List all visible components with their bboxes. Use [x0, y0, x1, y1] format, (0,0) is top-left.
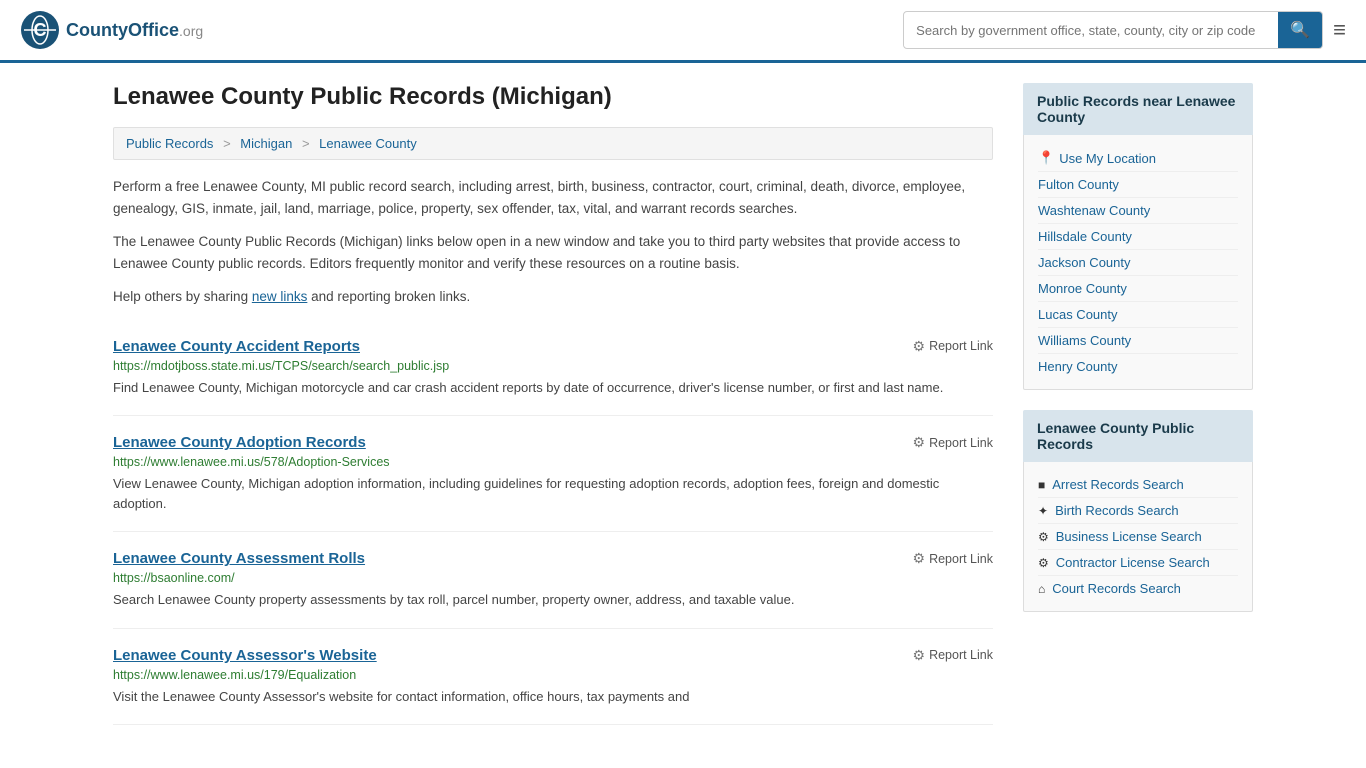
sidebar-county-7[interactable]: Henry County [1038, 354, 1238, 379]
rec-icon-3: ⚙ [1038, 556, 1049, 570]
record-title-2[interactable]: Lenawee County Assessment Rolls [113, 550, 365, 567]
records-sidebar-content: ■Arrest Records Search✦Birth Records Sea… [1023, 462, 1253, 612]
breadcrumb-michigan[interactable]: Michigan [240, 136, 292, 151]
nearby-counties: Fulton CountyWashtenaw CountyHillsdale C… [1038, 172, 1238, 379]
breadcrumb-public-records[interactable]: Public Records [126, 136, 213, 151]
record-desc-1: View Lenawee County, Michigan adoption i… [113, 474, 993, 513]
description-2: The Lenawee County Public Records (Michi… [113, 231, 993, 274]
report-link-0[interactable]: ⚙ Report Link [913, 338, 994, 355]
records-list: Lenawee County Accident Reports ⚙ Report… [113, 320, 993, 726]
record-url-3: https://www.lenawee.mi.us/179/Equalizati… [113, 668, 993, 682]
main-container: Lenawee County Public Records (Michigan)… [83, 63, 1283, 745]
nearby-header: Public Records near Lenawee County [1023, 83, 1253, 135]
report-icon-2: ⚙ [913, 550, 926, 567]
report-icon-3: ⚙ [913, 647, 926, 664]
menu-icon[interactable]: ≡ [1333, 17, 1346, 43]
record-url-1: https://www.lenawee.mi.us/578/Adoption-S… [113, 455, 993, 469]
record-header: Lenawee County Assessor's Website ⚙ Repo… [113, 647, 993, 664]
header: C CountyOffice.org 🔍 ≡ [0, 0, 1366, 63]
breadcrumb-sep-1: > [223, 136, 231, 151]
records-sidebar-header: Lenawee County Public Records [1023, 410, 1253, 462]
rec-icon-1: ✦ [1038, 504, 1048, 518]
nearby-section: Public Records near Lenawee County 📍 Use… [1023, 83, 1253, 390]
search-input[interactable] [904, 15, 1278, 46]
record-desc-2: Search Lenawee County property assessmen… [113, 590, 993, 610]
logo: C CountyOffice.org [20, 10, 203, 50]
rec-icon-2: ⚙ [1038, 530, 1049, 544]
description-3: Help others by sharing new links and rep… [113, 286, 993, 308]
record-item: Lenawee County Assessor's Website ⚙ Repo… [113, 629, 993, 726]
sidebar-county-4[interactable]: Monroe County [1038, 276, 1238, 302]
sidebar-county-3[interactable]: Jackson County [1038, 250, 1238, 276]
sidebar-county-5[interactable]: Lucas County [1038, 302, 1238, 328]
sidebar: Public Records near Lenawee County 📍 Use… [1023, 83, 1253, 725]
record-header: Lenawee County Adoption Records ⚙ Report… [113, 434, 993, 451]
sidebar-county-6[interactable]: Williams County [1038, 328, 1238, 354]
sidebar-record-link-3[interactable]: ⚙Contractor License Search [1038, 550, 1238, 576]
pin-icon: 📍 [1038, 150, 1054, 166]
record-header: Lenawee County Assessment Rolls ⚙ Report… [113, 550, 993, 567]
record-item: Lenawee County Assessment Rolls ⚙ Report… [113, 532, 993, 629]
record-links-list: ■Arrest Records Search✦Birth Records Sea… [1038, 472, 1238, 601]
record-desc-0: Find Lenawee County, Michigan motorcycle… [113, 378, 993, 398]
sidebar-record-link-2[interactable]: ⚙Business License Search [1038, 524, 1238, 550]
records-section: Lenawee County Public Records ■Arrest Re… [1023, 410, 1253, 612]
record-title-0[interactable]: Lenawee County Accident Reports [113, 338, 360, 355]
new-links-link[interactable]: new links [252, 289, 308, 304]
record-item: Lenawee County Adoption Records ⚙ Report… [113, 416, 993, 532]
header-right: 🔍 ≡ [903, 11, 1346, 49]
search-icon: 🔍 [1290, 22, 1310, 39]
sidebar-record-link-4[interactable]: ⌂Court Records Search [1038, 576, 1238, 601]
breadcrumb: Public Records > Michigan > Lenawee Coun… [113, 127, 993, 160]
report-icon-0: ⚙ [913, 338, 926, 355]
rec-icon-0: ■ [1038, 478, 1045, 492]
search-bar: 🔍 [903, 11, 1323, 49]
sidebar-record-link-1[interactable]: ✦Birth Records Search [1038, 498, 1238, 524]
sidebar-county-0[interactable]: Fulton County [1038, 172, 1238, 198]
report-link-3[interactable]: ⚙ Report Link [913, 647, 994, 664]
sidebar-county-1[interactable]: Washtenaw County [1038, 198, 1238, 224]
report-link-1[interactable]: ⚙ Report Link [913, 434, 994, 451]
record-url-2: https://bsaonline.com/ [113, 571, 993, 585]
logo-text: CountyOffice.org [66, 20, 203, 41]
record-url-0: https://mdotjboss.state.mi.us/TCPS/searc… [113, 359, 993, 373]
sidebar-record-link-0[interactable]: ■Arrest Records Search [1038, 472, 1238, 498]
logo-icon: C [20, 10, 60, 50]
content-area: Lenawee County Public Records (Michigan)… [113, 83, 993, 725]
report-link-2[interactable]: ⚙ Report Link [913, 550, 994, 567]
record-desc-3: Visit the Lenawee County Assessor's webs… [113, 687, 993, 707]
page-title: Lenawee County Public Records (Michigan) [113, 83, 993, 111]
description-1: Perform a free Lenawee County, MI public… [113, 176, 993, 219]
record-title-1[interactable]: Lenawee County Adoption Records [113, 434, 366, 451]
report-icon-1: ⚙ [913, 434, 926, 451]
breadcrumb-lenawee[interactable]: Lenawee County [319, 136, 417, 151]
use-my-location-link[interactable]: 📍 Use My Location [1038, 145, 1238, 172]
search-button[interactable]: 🔍 [1278, 12, 1322, 48]
record-title-3[interactable]: Lenawee County Assessor's Website [113, 647, 377, 664]
sidebar-county-2[interactable]: Hillsdale County [1038, 224, 1238, 250]
rec-icon-4: ⌂ [1038, 582, 1045, 596]
breadcrumb-sep-2: > [302, 136, 310, 151]
record-header: Lenawee County Accident Reports ⚙ Report… [113, 338, 993, 355]
nearby-content: 📍 Use My Location Fulton CountyWashtenaw… [1023, 135, 1253, 390]
record-item: Lenawee County Accident Reports ⚙ Report… [113, 320, 993, 417]
